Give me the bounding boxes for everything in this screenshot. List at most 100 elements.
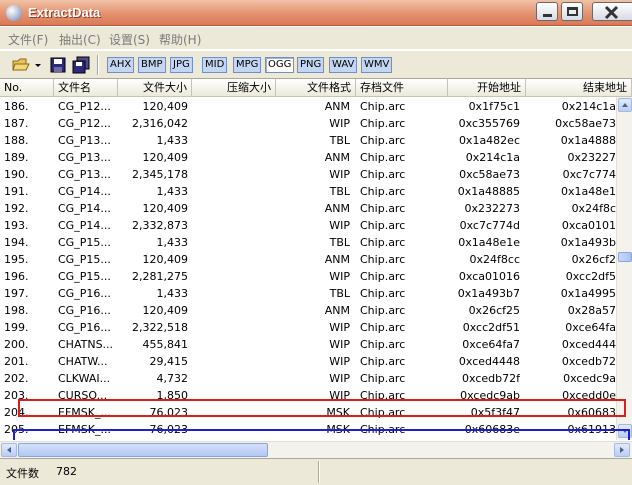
row-filesize: 120,409 xyxy=(142,304,189,317)
maximize-icon xyxy=(567,7,578,16)
table-row[interactable]: 197. CG_P16... 1,433 TBL Chip.arc 0x1a493b7 0x… xyxy=(0,285,616,302)
format-button-bmp[interactable]: BMP xyxy=(138,57,166,73)
row-filename: CLKWAI... xyxy=(58,372,111,385)
row-archive: Chip.arc xyxy=(360,185,406,198)
row-filesize: 2,322,518 xyxy=(132,321,188,334)
row-end-address: 0x1a4995 xyxy=(560,287,616,300)
menu-file[interactable]: 文件(F) xyxy=(8,31,48,48)
row-compressed-size xyxy=(192,166,272,183)
save-button[interactable] xyxy=(49,56,67,74)
table-row[interactable]: 199. CG_P16... 2,322,518 WIP Chip.arc 0xcc2df… xyxy=(0,319,616,336)
table-row[interactable]: 196. CG_P15... 2,281,275 WIP Chip.arc 0xca010… xyxy=(0,268,616,285)
row-start-address: 0x1a48e1e xyxy=(458,236,520,249)
app-icon[interactable] xyxy=(6,5,22,21)
scroll-up-button[interactable] xyxy=(618,98,632,112)
status-divider xyxy=(318,461,320,483)
file-list[interactable]: No. 文件名 文件大小 压缩大小 文件格式 存档文件 开始地址 结束地址 18… xyxy=(0,78,632,440)
row-archive: Chip.arc xyxy=(360,117,406,130)
table-row[interactable]: 200. CHATNS... 455,841 WIP Chip.arc 0xce64fa7… xyxy=(0,336,616,353)
row-number: 187. xyxy=(4,117,29,130)
row-end-address: 0xcc2df5 xyxy=(565,270,616,283)
scroll-left-button[interactable] xyxy=(1,443,17,457)
close-button[interactable] xyxy=(592,2,632,21)
table-row[interactable]: 191. CG_P14... 1,433 TBL Chip.arc 0x1a48885 0x… xyxy=(0,183,616,200)
column-header-filename[interactable]: 文件名 xyxy=(54,79,118,97)
row-filesize: 2,281,275 xyxy=(132,270,188,283)
row-filename: CG_P12... xyxy=(58,117,111,130)
row-compressed-size xyxy=(192,234,272,251)
maximize-button[interactable] xyxy=(561,2,583,21)
column-header-no[interactable]: No. xyxy=(0,79,54,97)
format-button-wav[interactable]: WAV xyxy=(329,57,358,73)
row-number: 201. xyxy=(4,355,29,368)
horizontal-scrollbar[interactable] xyxy=(0,441,632,458)
row-archive: Chip.arc xyxy=(360,270,406,283)
column-header-compressed-size[interactable]: 压缩大小 xyxy=(192,79,276,97)
row-archive: Chip.arc xyxy=(360,168,406,181)
column-header-end-address[interactable]: 结束地址 xyxy=(526,79,632,97)
row-start-address: 0x1a482ec xyxy=(458,134,520,147)
table-row[interactable]: 190. CG_P13... 2,345,178 WIP Chip.arc 0xc58ae… xyxy=(0,166,616,183)
open-dropdown-button[interactable] xyxy=(33,56,43,74)
row-compressed-size xyxy=(192,285,272,302)
row-archive: Chip.arc xyxy=(360,253,406,266)
table-row[interactable]: 192. CG_P14... 120,409 ANM Chip.arc 0x232273 0… xyxy=(0,200,616,217)
open-folder-icon xyxy=(12,58,30,71)
minimize-button[interactable] xyxy=(536,2,558,21)
format-button-ahx[interactable]: AHX xyxy=(107,57,135,73)
row-start-address: 0x1f75c1 xyxy=(468,100,520,113)
row-format: TBL xyxy=(329,287,350,300)
menu-extract[interactable]: 抽出(C) xyxy=(59,31,101,48)
save-all-icon xyxy=(72,56,90,74)
format-button-wmv[interactable]: WMV xyxy=(361,57,393,73)
row-end-address: 0x24f8c xyxy=(571,202,616,215)
row-number: 196. xyxy=(4,270,29,283)
save-all-button[interactable] xyxy=(72,56,90,74)
table-row[interactable]: 193. CG_P14... 2,332,873 WIP Chip.arc 0xc7c77… xyxy=(0,217,616,234)
highlight-blue-box xyxy=(13,429,630,440)
vertical-scroll-thumb[interactable] xyxy=(618,252,632,262)
row-filesize: 120,409 xyxy=(142,202,189,215)
row-filesize: 1,433 xyxy=(156,134,189,147)
table-row[interactable]: 186. CG_P12... 120,409 ANM Chip.arc 0x1f75c1 0… xyxy=(0,98,616,115)
open-button[interactable] xyxy=(12,56,30,74)
table-row[interactable]: 202. CLKWAI... 4,732 WIP Chip.arc 0xcedb72f 0x… xyxy=(0,370,616,387)
row-end-address: 0x23227 xyxy=(567,151,616,164)
row-filename: CG_P14... xyxy=(58,185,111,198)
table-row[interactable]: 198. CG_P16... 120,409 ANM Chip.arc 0x26cf25 0… xyxy=(0,302,616,319)
format-button-png[interactable]: PNG xyxy=(297,57,325,73)
row-archive: Chip.arc xyxy=(360,338,406,351)
column-header-format[interactable]: 文件格式 xyxy=(276,79,356,97)
table-row[interactable]: 187. CG_P12... 2,316,042 WIP Chip.arc 0xc3557… xyxy=(0,115,616,132)
row-format: WIP xyxy=(329,355,350,368)
row-start-address: 0x1a48885 xyxy=(457,185,520,198)
menu-help[interactable]: 帮助(H) xyxy=(159,31,201,48)
row-compressed-size xyxy=(192,200,272,217)
row-filename: CG_P16... xyxy=(58,321,111,334)
table-row[interactable]: 189. CG_P13... 120,409 ANM Chip.arc 0x214c1a 0… xyxy=(0,149,616,166)
table-row[interactable]: 194. CG_P15... 1,433 TBL Chip.arc 0x1a48e1e 0x… xyxy=(0,234,616,251)
table-row[interactable]: 195. CG_P15... 120,409 ANM Chip.arc 0x24f8cc 0… xyxy=(0,251,616,268)
table-row[interactable]: 188. CG_P13... 1,433 TBL Chip.arc 0x1a482ec 0x… xyxy=(0,132,616,149)
row-start-address: 0xc7c774d xyxy=(459,219,520,232)
row-format: WIP xyxy=(329,338,350,351)
row-compressed-size xyxy=(192,98,272,115)
row-archive: Chip.arc xyxy=(360,100,406,113)
row-format: ANM xyxy=(324,304,350,317)
format-button-mid[interactable]: MID xyxy=(202,57,228,73)
format-button-jpg[interactable]: JPG xyxy=(170,57,193,73)
row-archive: Chip.arc xyxy=(360,134,406,147)
column-header-filesize[interactable]: 文件大小 xyxy=(118,79,192,97)
horizontal-scroll-thumb[interactable] xyxy=(18,443,268,457)
row-format: TBL xyxy=(329,185,350,198)
row-start-address: 0xc58ae73 xyxy=(459,168,520,181)
format-button-mpg[interactable]: MPG xyxy=(233,57,262,73)
table-row[interactable]: 201. CHATW... 29,415 WIP Chip.arc 0xced4448 0x… xyxy=(0,353,616,370)
row-filesize: 2,345,178 xyxy=(132,168,188,181)
scroll-right-button[interactable] xyxy=(614,443,630,457)
column-header-archive[interactable]: 存档文件 xyxy=(356,79,448,97)
column-header-start-address[interactable]: 开始地址 xyxy=(448,79,526,97)
format-button-ogg[interactable]: OGG xyxy=(265,57,295,73)
vertical-scrollbar[interactable] xyxy=(616,97,632,440)
menu-settings[interactable]: 设置(S) xyxy=(109,31,150,48)
